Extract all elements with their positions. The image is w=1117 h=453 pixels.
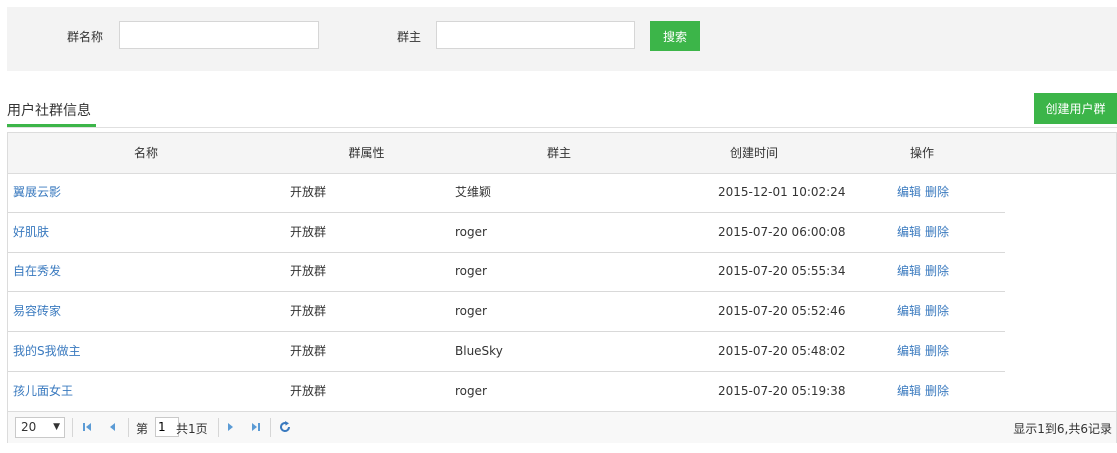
created-time: 2015-07-20 05:19:38 [718, 383, 846, 398]
group-owner: 艾维颖 [455, 185, 492, 199]
group-owner: roger [455, 304, 487, 319]
group-owner: roger [455, 224, 487, 239]
row-actions: 编辑 删除 [897, 372, 953, 411]
page-size-value: 20 [21, 420, 37, 434]
group-name-link[interactable]: 我的S我做主 [13, 332, 81, 371]
group-owner: roger [455, 383, 487, 398]
group-owner: roger [455, 264, 487, 279]
column-header-actions: 操作 [909, 146, 934, 160]
table-row: 我的S我做主 开放群 BlueSky 2015-07-20 05:48:02 编辑 删除 [8, 332, 1005, 372]
table-row: 自在秀发 开放群 roger 2015-07-20 05:55:34 编辑 删除 [8, 252, 1005, 293]
group-owner: BlueSky [455, 343, 503, 358]
group-name-label: 群名称 [67, 30, 104, 44]
edit-link[interactable]: 编辑 [897, 304, 921, 318]
create-group-button[interactable]: 创建用户群 [1034, 93, 1117, 124]
group-name-link[interactable]: 自在秀发 [13, 252, 61, 291]
created-time: 2015-12-01 10:02:24 [718, 185, 846, 199]
pager-separator [218, 418, 219, 437]
owner-input[interactable] [436, 21, 635, 49]
delete-link[interactable]: 删除 [925, 344, 949, 358]
created-time: 2015-07-20 06:00:08 [718, 224, 846, 239]
pagination-bar: 20 ▼ 第 共1页 显示1到6,共6记录 [8, 411, 1116, 443]
delete-link[interactable]: 删除 [925, 304, 949, 318]
group-name-input[interactable] [119, 21, 319, 49]
group-type: 开放群 [290, 304, 327, 319]
created-time: 2015-07-20 05:55:34 [718, 264, 846, 279]
group-type: 开放群 [290, 343, 327, 358]
page-prefix: 第 [136, 422, 149, 436]
group-table: 名称 群属性 群主 创建时间 操作 翼展云影 开放群 艾维颖 2015-12-01 1… [7, 132, 1117, 443]
chevron-down-icon: ▼ [53, 422, 60, 432]
refresh-icon[interactable] [278, 420, 292, 434]
delete-link[interactable]: 删除 [925, 185, 949, 199]
edit-link[interactable]: 编辑 [897, 225, 921, 239]
page-size-select[interactable]: 20 ▼ [15, 417, 65, 438]
group-type: 开放群 [290, 264, 327, 279]
table-row: 孩儿面女王 开放群 roger 2015-07-20 05:19:38 编辑 删除 [8, 372, 1005, 412]
column-header-owner[interactable]: 群主 [449, 133, 669, 173]
created-time: 2015-07-20 05:52:46 [718, 304, 846, 319]
row-actions: 编辑 删除 [897, 173, 953, 212]
column-header-name[interactable]: 名称 [8, 133, 284, 173]
section-divider [7, 127, 1117, 128]
pager-separator [72, 418, 73, 437]
last-page-icon[interactable] [249, 420, 263, 434]
column-header-created[interactable]: 创建时间 [669, 133, 839, 173]
first-page-icon[interactable] [80, 420, 94, 434]
group-type: 开放群 [290, 185, 327, 199]
row-actions: 编辑 删除 [897, 252, 953, 291]
pager-separator [128, 418, 129, 437]
table-row: 易容砖家 开放群 roger 2015-07-20 05:52:46 编辑 删除 [8, 292, 1005, 333]
record-summary: 显示1到6,共6记录 [1013, 422, 1112, 436]
search-button[interactable]: 搜索 [650, 21, 700, 51]
group-name-link[interactable]: 易容砖家 [13, 292, 61, 331]
delete-link[interactable]: 删除 [925, 264, 949, 278]
page-total: 共1页 [176, 422, 208, 436]
edit-link[interactable]: 编辑 [897, 384, 921, 398]
next-page-icon[interactable] [224, 420, 238, 434]
edit-link[interactable]: 编辑 [897, 264, 921, 278]
group-name-link[interactable]: 好肌肤 [13, 213, 49, 252]
edit-link[interactable]: 编辑 [897, 344, 921, 358]
group-name-link[interactable]: 孩儿面女王 [13, 372, 73, 411]
table-row: 翼展云影 开放群 艾维颖 2015-12-01 10:02:24 编辑 删除 [8, 173, 1005, 213]
previous-page-icon[interactable] [105, 420, 119, 434]
delete-link[interactable]: 删除 [925, 384, 949, 398]
owner-label: 群主 [397, 30, 422, 44]
group-type: 开放群 [290, 383, 327, 398]
pager-separator [270, 418, 271, 437]
edit-link[interactable]: 编辑 [897, 185, 921, 199]
section-title: 用户社群信息 [7, 103, 91, 119]
search-panel: 群名称 群主 搜索 [7, 7, 1117, 71]
row-actions: 编辑 删除 [897, 213, 953, 252]
table-header: 名称 群属性 群主 创建时间 操作 [8, 133, 1116, 174]
created-time: 2015-07-20 05:48:02 [718, 343, 846, 358]
delete-link[interactable]: 删除 [925, 225, 949, 239]
table-row: 好肌肤 开放群 roger 2015-07-20 06:00:08 编辑 删除 [8, 213, 1005, 253]
group-name-link[interactable]: 翼展云影 [13, 173, 61, 212]
group-type: 开放群 [290, 224, 327, 239]
column-header-type[interactable]: 群属性 [284, 133, 449, 173]
row-actions: 编辑 删除 [897, 292, 953, 331]
row-actions: 编辑 删除 [897, 332, 953, 371]
